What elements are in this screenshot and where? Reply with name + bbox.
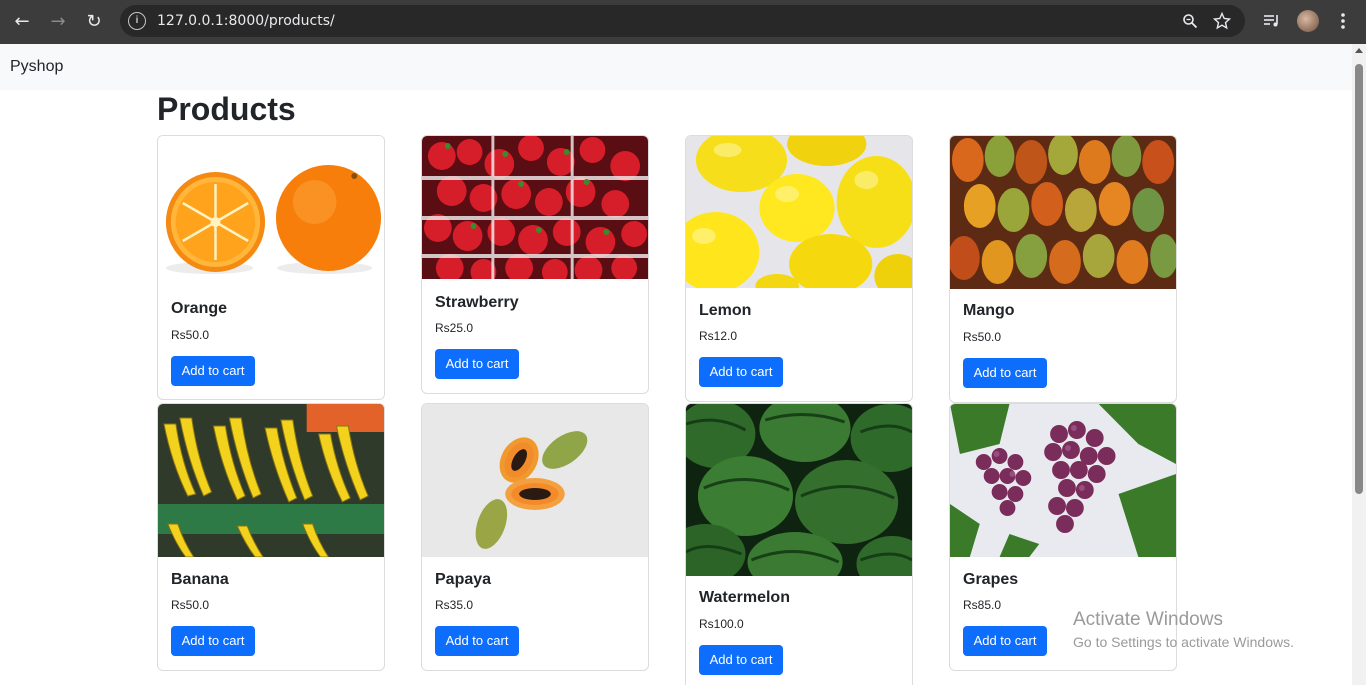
profile-avatar[interactable]	[1297, 10, 1319, 32]
product-price: Rs35.0	[435, 598, 474, 612]
address-bar[interactable]: i 127.0.0.1:8000/products/	[120, 5, 1245, 37]
page-viewport: Pyshop Products Orange Rs50.0 Add to car…	[0, 44, 1352, 685]
product-price: Rs50.0	[963, 330, 1002, 344]
product-card: Orange Rs50.0 Add to cart	[157, 135, 385, 400]
product-card: Papaya Rs35.0 Add to cart	[421, 403, 649, 671]
activate-windows-title: Activate Windows	[1073, 609, 1223, 630]
product-price: Rs50.0	[171, 598, 210, 612]
product-name: Banana	[171, 571, 229, 588]
product-card: Strawberry Rs25.0 Add to cart	[421, 135, 649, 394]
add-to-cart-button[interactable]: Add to cart	[699, 645, 783, 675]
add-to-cart-button[interactable]: Add to cart	[435, 349, 519, 379]
product-name: Lemon	[699, 302, 752, 319]
back-arrow-icon[interactable]: ←	[10, 10, 34, 34]
add-to-cart-button[interactable]: Add to cart	[963, 626, 1047, 656]
site-navbar: Pyshop	[0, 44, 1352, 90]
product-image-papaya	[422, 404, 648, 557]
product-name: Papaya	[435, 571, 492, 588]
scroll-up-arrow-icon[interactable]	[1355, 48, 1363, 53]
product-image-strawberry	[422, 136, 648, 279]
product-card: Lemon Rs12.0 Add to cart	[685, 135, 913, 402]
product-price: Rs85.0	[963, 598, 1002, 612]
reload-icon[interactable]: ↻	[82, 10, 106, 34]
product-card: Banana Rs50.0 Add to cart	[157, 403, 385, 671]
product-price: Rs12.0	[699, 329, 738, 343]
address-url[interactable]: 127.0.0.1:8000/products/	[157, 13, 335, 29]
product-name: Orange	[171, 300, 228, 317]
product-name: Grapes	[963, 571, 1019, 588]
product-image-watermelon	[686, 404, 912, 576]
add-to-cart-button[interactable]: Add to cart	[171, 626, 255, 656]
activate-windows-subtitle: Go to Settings to activate Windows.	[1073, 634, 1294, 650]
product-name: Strawberry	[435, 294, 519, 311]
product-card: Mango Rs50.0 Add to cart	[949, 135, 1177, 403]
scrollbar-thumb[interactable]	[1355, 64, 1363, 494]
product-price: Rs25.0	[435, 321, 474, 335]
site-info-icon[interactable]: i	[128, 12, 146, 30]
product-image-mango	[950, 136, 1176, 289]
product-price: Rs100.0	[699, 617, 744, 631]
product-image-grapes	[950, 404, 1176, 557]
zoom-icon[interactable]	[1182, 13, 1198, 29]
add-to-cart-button[interactable]: Add to cart	[171, 356, 255, 386]
add-to-cart-button[interactable]: Add to cart	[435, 626, 519, 656]
menu-kebab-icon[interactable]	[1338, 12, 1348, 30]
browser-toolbar: ← → ↻ i 127.0.0.1:8000/products/	[0, 0, 1366, 44]
page-scrollbar[interactable]	[1352, 44, 1366, 685]
product-name: Watermelon	[699, 589, 790, 606]
bookmark-star-icon[interactable]	[1213, 12, 1231, 30]
forward-arrow-icon[interactable]: →	[46, 10, 70, 34]
product-image-orange	[158, 136, 384, 286]
page-title: Products	[157, 91, 296, 127]
product-card: Watermelon Rs100.0 Add to cart	[685, 403, 913, 685]
media-queue-icon[interactable]	[1263, 13, 1281, 29]
product-name: Mango	[963, 302, 1015, 319]
product-image-banana	[158, 404, 384, 557]
add-to-cart-button[interactable]: Add to cart	[699, 357, 783, 387]
product-image-lemon	[686, 136, 912, 288]
product-price: Rs50.0	[171, 328, 210, 342]
navbar-brand[interactable]: Pyshop	[10, 58, 63, 76]
add-to-cart-button[interactable]: Add to cart	[963, 358, 1047, 388]
